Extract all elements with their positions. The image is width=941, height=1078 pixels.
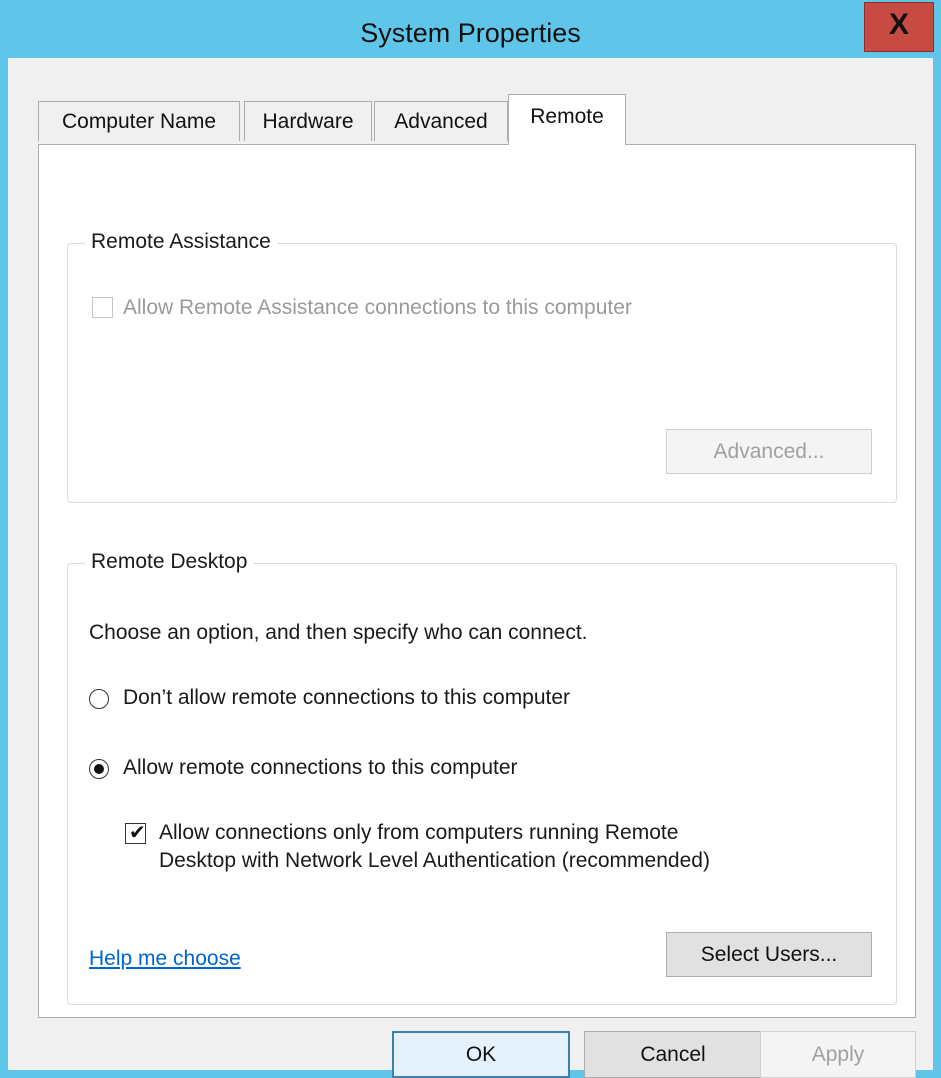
remote-desktop-group-label: Remote Desktop: [85, 550, 254, 574]
close-icon: X: [888, 8, 909, 41]
system-properties-window: System Properties X Computer Name Hardwa…: [0, 0, 941, 1078]
dialog-client-area: Computer Name Hardware Advanced Remote R…: [8, 58, 933, 1078]
close-button[interactable]: X: [864, 2, 934, 52]
radio-dont-allow-remote[interactable]: [89, 689, 109, 709]
ok-button[interactable]: OK: [392, 1031, 570, 1078]
remote-assistance-group-label: Remote Assistance: [85, 230, 277, 254]
radio-selected-dot: [94, 764, 104, 774]
select-users-button[interactable]: Select Users...: [666, 932, 872, 977]
radio-allow-remote[interactable]: [89, 759, 109, 779]
remote-assistance-advanced-button[interactable]: Advanced...: [666, 429, 872, 474]
apply-button[interactable]: Apply: [760, 1031, 916, 1078]
help-me-choose-link[interactable]: Help me choose: [89, 947, 241, 971]
radio-dont-allow-remote-label: Don’t allow remote connections to this c…: [123, 686, 571, 709]
nla-checkbox-label-line1: Allow connections only from computers ru…: [159, 821, 679, 844]
tab-remote[interactable]: Remote: [508, 94, 626, 145]
tab-advanced[interactable]: Advanced: [374, 101, 508, 141]
nla-checkbox[interactable]: ✔: [125, 822, 146, 844]
window-title: System Properties: [360, 18, 581, 48]
nla-checkbox-label-line2: Desktop with Network Level Authenticatio…: [159, 849, 710, 872]
cancel-button[interactable]: Cancel: [584, 1031, 762, 1078]
remote-desktop-instruction: Choose an option, and then specify who c…: [89, 621, 588, 644]
remote-tab-panel: Remote Assistance Allow Remote Assistanc…: [38, 144, 916, 1018]
remote-assistance-checkbox[interactable]: [92, 297, 113, 318]
tab-computer-name[interactable]: Computer Name: [38, 101, 240, 141]
remote-assistance-checkbox-label: Allow Remote Assistance connections to t…: [123, 296, 632, 319]
tab-hardware[interactable]: Hardware: [244, 101, 372, 141]
radio-allow-remote-label: Allow remote connections to this compute…: [123, 756, 518, 779]
checkmark-icon: ✔: [129, 822, 146, 844]
